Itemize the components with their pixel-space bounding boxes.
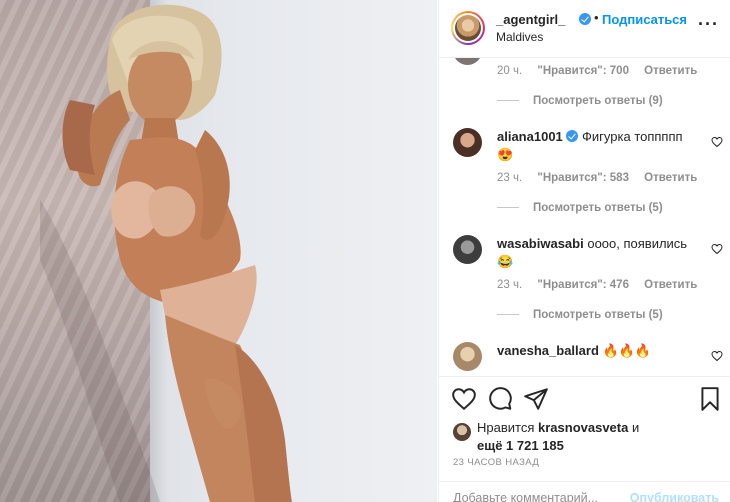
model-illustration	[40, 4, 292, 502]
comment-input[interactable]: Добавьте комментарий...	[453, 491, 598, 502]
like-comment-heart-icon[interactable]	[711, 243, 723, 255]
comment-emoji: 😂	[497, 254, 514, 269]
add-comment-bar: Добавьте комментарий... Опубликовать	[439, 481, 730, 502]
share-send-icon[interactable]	[523, 386, 549, 412]
verified-badge-icon	[566, 130, 579, 142]
reply-button[interactable]: Ответить	[644, 65, 697, 77]
likes-count[interactable]: ещё 1 721 185	[477, 438, 564, 453]
view-replies-button[interactable]: Посмотреть ответы (9)	[497, 95, 663, 107]
comment-likes[interactable]: "Нравится": 476	[537, 279, 629, 291]
bookmark-icon[interactable]	[697, 386, 723, 412]
liker-avatar[interactable]	[453, 423, 471, 441]
liker-username[interactable]: krasnovasveta	[538, 420, 628, 435]
comment-avatar[interactable]	[453, 342, 482, 371]
more-options-icon[interactable]: ···	[698, 14, 719, 35]
post-location[interactable]: Maldives	[496, 30, 543, 44]
post-actions: Нравится krasnovasveta и ещё 1 721 185 2…	[439, 376, 730, 502]
post-timestamp[interactable]: 23 ЧАСОВ НАЗАД	[453, 457, 539, 468]
post-photo[interactable]	[0, 0, 437, 502]
comment-body: vanesha_ballard 🔥🔥🔥	[497, 342, 697, 360]
comment-time: 23 ч.	[497, 172, 523, 184]
reply-button[interactable]: Ответить	[644, 279, 697, 291]
comment-bubble-icon[interactable]	[487, 386, 513, 412]
comment-username[interactable]: vanesha_ballard	[497, 343, 599, 358]
separator-dot: •	[594, 10, 599, 25]
comments-list[interactable]: 20 ч. "Нравится": 700 Ответить Посмотрет…	[439, 58, 730, 376]
comment-time: 23 ч.	[497, 279, 523, 291]
comment-username[interactable]: wasabiwasabi	[497, 236, 584, 251]
comment-time: 20 ч.	[497, 65, 523, 77]
author-username[interactable]: _agentgirl_	[496, 12, 565, 27]
comment-avatar[interactable]	[453, 128, 482, 157]
post-header: _agentgirl_ • Подписаться Maldives ···	[439, 0, 730, 58]
like-comment-heart-icon[interactable]	[711, 350, 723, 362]
comment-body: aliana1001 Фигурка топпппп 😍	[497, 128, 697, 164]
comment-text: Фигурка топпппп	[582, 129, 683, 144]
comment-meta: 23 ч. "Нравится": 583 Ответить	[497, 172, 709, 184]
view-replies-button[interactable]: Посмотреть ответы (5)	[497, 309, 663, 321]
view-replies-button[interactable]: Посмотреть ответы (5)	[497, 202, 663, 214]
likes-summary[interactable]: Нравится krasnovasveta и ещё 1 721 185	[477, 419, 639, 455]
comment-emoji: 😍	[497, 147, 514, 162]
comment-body: wasabiwasabi оооо, появились 😂	[497, 235, 697, 271]
comment-avatar[interactable]	[453, 58, 482, 65]
comment-meta: 23 ч. "Нравится": 476 Ответить	[497, 279, 709, 291]
verified-badge-icon	[579, 13, 591, 25]
publish-button[interactable]: Опубликовать	[630, 491, 719, 502]
post-sidebar: _agentgirl_ • Подписаться Maldives ··· 2…	[438, 0, 730, 502]
comment-username[interactable]: aliana1001	[497, 129, 563, 144]
like-comment-heart-icon[interactable]	[711, 136, 723, 148]
comment-likes[interactable]: "Нравится": 700	[537, 65, 629, 77]
comment-text: 🔥🔥🔥	[602, 343, 652, 358]
reply-button[interactable]: Ответить	[644, 172, 697, 184]
comment-text: оооо, появились	[587, 236, 688, 251]
like-heart-icon[interactable]	[451, 386, 477, 412]
comment-meta: 20 ч. "Нравится": 700 Ответить	[497, 65, 709, 77]
comment-likes[interactable]: "Нравится": 583	[537, 172, 629, 184]
comment-avatar[interactable]	[453, 235, 482, 264]
author-avatar[interactable]	[451, 11, 485, 45]
follow-button[interactable]: Подписаться	[602, 12, 687, 27]
